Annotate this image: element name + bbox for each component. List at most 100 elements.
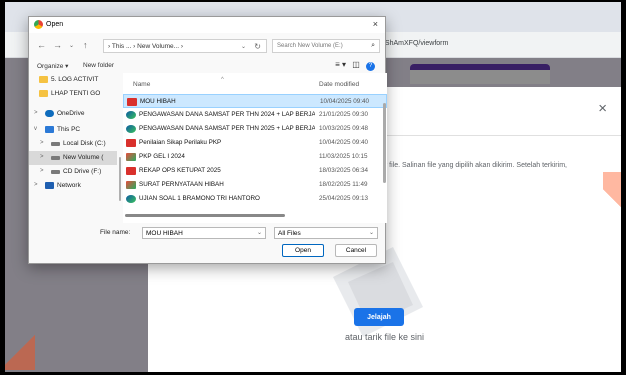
file-date: 10/04/2025 09:40 xyxy=(319,139,369,146)
pane-splitter[interactable] xyxy=(119,157,121,201)
filename-dropdown-icon[interactable]: ⌄ xyxy=(257,229,262,236)
expand-chevron-icon[interactable]: > xyxy=(34,110,38,116)
file-name: Penilaian Sikap Perilaku PKP xyxy=(139,139,222,146)
search-placeholder: Search New Volume (E:) xyxy=(277,43,343,49)
column-date-modified[interactable]: Date modified xyxy=(319,81,359,88)
nav-item-label: This PC xyxy=(57,126,81,133)
column-name[interactable]: Name xyxy=(133,81,150,88)
nav-item-label: LHAP TENTI GO xyxy=(51,90,101,97)
decorative-accent xyxy=(5,330,35,370)
file-date: 25/04/2025 09:13 xyxy=(319,195,369,202)
expand-chevron-icon[interactable]: v xyxy=(34,126,37,132)
navigation-pane: 5. LOG ACTIVIT LHAP TENTI GO > OneDrive … xyxy=(29,73,117,223)
edge-icon xyxy=(126,111,136,119)
modal-description: er file. Salinan file yang dipilih akan … xyxy=(381,162,567,169)
refresh-icon[interactable]: ↻ xyxy=(254,42,261,51)
cancel-button[interactable]: Cancel xyxy=(335,244,377,257)
nav-item-label: OneDrive xyxy=(57,110,85,117)
folder-icon xyxy=(39,76,48,83)
nav-item-label: Local Disk (C:) xyxy=(63,140,106,147)
filename-value: MOU HIBAH xyxy=(146,230,183,237)
image-icon xyxy=(126,153,136,161)
disk-icon xyxy=(51,170,60,174)
edge-icon xyxy=(126,195,136,203)
cloud-icon xyxy=(45,110,54,117)
nav-item-label: CD Drive (F:) xyxy=(63,168,102,175)
nav-item-label: New Volume ( xyxy=(63,154,104,161)
dialog-toolbar: Organize ▾ New folder ≡ ▾ ◫ ? xyxy=(29,59,385,73)
vertical-scrollbar[interactable] xyxy=(383,103,386,183)
dialog-close-icon[interactable]: × xyxy=(373,19,378,29)
file-date: 18/02/2025 11:49 xyxy=(319,181,368,188)
file-row[interactable]: REKAP OPS KETUPAT 2025 18/03/2025 06:34 xyxy=(123,164,387,178)
expand-chevron-icon[interactable]: > xyxy=(34,182,38,188)
nav-item-label: Network xyxy=(57,182,81,189)
up-arrow-icon[interactable]: ↑ xyxy=(83,40,88,50)
expand-chevron-icon[interactable]: > xyxy=(40,154,44,160)
file-name: SURAT PERNYATAAN HIBAH xyxy=(139,181,224,188)
recent-chevron-icon[interactable]: ⌄ xyxy=(69,42,74,49)
modal-close-icon[interactable]: × xyxy=(598,101,607,116)
decorative-accent xyxy=(603,172,621,232)
help-icon[interactable]: ? xyxy=(366,62,375,71)
column-header: ^ Name Date modified xyxy=(123,77,387,91)
breadcrumb[interactable]: › This ... › New Volume... › ⌄ ↻ xyxy=(103,39,267,53)
view-options-icon[interactable]: ≡ ▾ xyxy=(335,60,346,69)
drop-hint: atau tarik file ke sini xyxy=(344,332,425,342)
search-input[interactable]: Search New Volume (E:) ⌕ xyxy=(272,39,380,53)
file-name: PKP GEL I 2024 xyxy=(139,153,185,160)
expand-chevron-icon[interactable]: > xyxy=(40,140,44,146)
nav-item-log-activity[interactable]: 5. LOG ACTIVIT xyxy=(29,73,117,87)
file-row[interactable]: Penilaian Sikap Perilaku PKP 10/04/2025 … xyxy=(123,136,387,150)
dialog-titlebar[interactable]: Open × xyxy=(29,17,385,33)
horizontal-scrollbar[interactable] xyxy=(125,214,285,217)
file-type-select[interactable]: All Files ⌄ xyxy=(274,227,378,239)
nav-item-lhap[interactable]: LHAP TENTI GO xyxy=(29,87,117,101)
open-button[interactable]: Open xyxy=(282,244,324,257)
file-row[interactable]: SURAT PERNYATAAN HIBAH 18/02/2025 11:49 xyxy=(123,178,387,192)
nav-item-this-pc[interactable]: v This PC xyxy=(29,123,117,137)
file-date: 21/01/2025 09:30 xyxy=(319,111,369,118)
breadcrumb-chevron-icon[interactable]: ⌄ xyxy=(241,43,246,50)
pc-icon xyxy=(45,126,54,133)
screen: nAvShAmXFQ/viewform × er file. Salinan f… xyxy=(5,2,621,372)
disk-icon xyxy=(51,142,60,146)
nav-item-onedrive[interactable]: > OneDrive xyxy=(29,107,117,121)
nav-item-new-volume[interactable]: > New Volume ( xyxy=(29,151,117,165)
network-icon xyxy=(45,182,54,189)
file-name: PENGAWASAN DANA SAMSAT PER THN 2024 + LA… xyxy=(139,111,315,118)
expand-chevron-icon[interactable]: > xyxy=(40,168,44,174)
sort-caret-icon: ^ xyxy=(221,77,224,83)
breadcrumb-text: › This ... › New Volume... › xyxy=(108,43,184,50)
image-icon xyxy=(126,181,136,189)
file-row[interactable]: PENGAWASAN DANA SAMSAT PER THN 2024 + LA… xyxy=(123,108,387,122)
file-row[interactable]: UJIAN SOAL 1 BRAMONO TRI HANTORO 25/04/2… xyxy=(123,192,387,206)
file-name: REKAP OPS KETUPAT 2025 xyxy=(139,167,221,174)
filename-input[interactable]: MOU HIBAH ⌄ xyxy=(142,227,266,239)
forward-arrow-icon[interactable]: → xyxy=(53,40,62,50)
file-list: ^ Name Date modified MOU HIBAH 10/04/202… xyxy=(123,73,387,223)
file-type-chevron-icon[interactable]: ⌄ xyxy=(369,229,374,236)
file-date: 11/03/2025 10:15 xyxy=(319,153,368,160)
file-date: 10/03/2025 09:48 xyxy=(319,125,369,132)
nav-item-cd-drive[interactable]: > CD Drive (F:) xyxy=(29,165,117,179)
nav-item-label: 5. LOG ACTIVIT xyxy=(51,76,99,83)
nav-item-local-disk[interactable]: > Local Disk (C:) xyxy=(29,137,117,151)
organize-menu[interactable]: Organize ▾ xyxy=(37,62,68,70)
file-name: MOU HIBAH xyxy=(140,98,176,105)
nav-item-network[interactable]: > Network xyxy=(29,179,117,193)
dialog-navbar: ← → ⌄ ↑ › This ... › New Volume... › ⌄ ↻… xyxy=(29,35,385,57)
dialog-title: Open xyxy=(46,21,64,28)
browse-button[interactable]: Jelajah xyxy=(354,308,404,326)
file-type-value: All Files xyxy=(278,230,301,237)
new-folder-button[interactable]: New folder xyxy=(83,62,114,69)
dialog-footer: File name: MOU HIBAH ⌄ All Files ⌄ Open … xyxy=(29,223,385,265)
file-row[interactable]: PENGAWASAN DANA SAMSAT PER THN 2025 + LA… xyxy=(123,122,387,136)
back-arrow-icon[interactable]: ← xyxy=(37,40,46,50)
filename-label: File name: xyxy=(100,229,131,236)
preview-pane-icon[interactable]: ◫ xyxy=(352,60,360,69)
file-date: 10/04/2025 09:40 xyxy=(320,98,370,105)
disk-icon xyxy=(51,156,60,160)
file-row[interactable]: PKP GEL I 2024 11/03/2025 10:15 xyxy=(123,150,387,164)
file-row[interactable]: MOU HIBAH 10/04/2025 09:40 xyxy=(123,94,387,108)
